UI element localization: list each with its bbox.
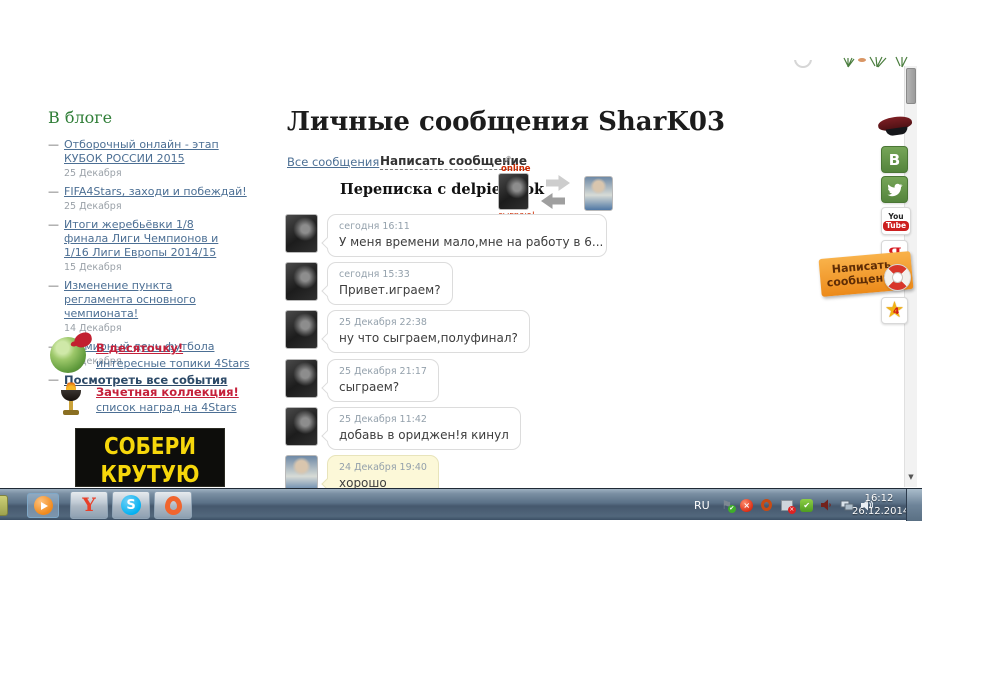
promo-title-link[interactable]: В десяточку! [96, 341, 250, 355]
list-dash: — [48, 279, 59, 321]
message-bubble: сегодня 15:33 Привет.играем? [327, 262, 453, 305]
blog-link[interactable]: FIFA4Stars, заходи и побеждай! [64, 185, 247, 199]
message-time: 24 Декабря 19:40 [339, 462, 427, 473]
message-bubble: 25 Декабря 21:17 сыграем? [327, 359, 439, 402]
blog-header: В блоге [48, 108, 258, 127]
message-time: 25 Декабря 22:38 [339, 317, 518, 328]
military-cap-icon[interactable] [878, 117, 914, 141]
skype-icon: S [121, 495, 141, 515]
blog-link[interactable]: Итоги жеребьёвки 1/8 финала Лиги Чемпион… [64, 218, 239, 260]
apple-football-icon [50, 337, 86, 373]
arrow-right-icon [546, 175, 570, 191]
message-time: сегодня 16:11 [339, 221, 595, 232]
tray-device-error-icon[interactable]: × [780, 498, 794, 512]
list-item: — Отборочный онлайн - этап КУБОК РОССИИ … [48, 138, 258, 166]
browser-page: ▼ В блоге — Отборочный онлайн - этап КУБ… [0, 0, 1000, 700]
blog-date: 14 Декабря [64, 323, 258, 334]
list-dash: — [48, 185, 59, 199]
taskbar-media-player-button[interactable] [27, 493, 59, 518]
promo-subtitle-link[interactable]: список наград на 4Stars [96, 401, 239, 414]
tray-red-ball-icon[interactable]: × [740, 498, 754, 512]
tab-all-messages[interactable]: Все сообщения [287, 155, 379, 169]
ad-banner[interactable]: СОБЕРИ КРУТУЮ КОМАНДУ [75, 428, 225, 487]
promo-top-topics: В десяточку! интересные топики 4Stars [50, 337, 250, 373]
blog-date: 15 Декабря [64, 262, 258, 273]
promo-subtitle-link[interactable]: интересные топики 4Stars [96, 357, 250, 370]
vk-icon[interactable]: B [881, 146, 908, 173]
message-bubble: сегодня 16:11 У меня времени мало,мне на… [327, 214, 607, 257]
blog-link[interactable]: Изменение пункта регламента основного че… [64, 279, 239, 321]
scrollbar-down-arrow-icon[interactable]: ▼ [905, 473, 917, 481]
trophy-icon [56, 381, 86, 419]
taskbar-clock[interactable]: 16:12 26.12.2014 [852, 492, 906, 518]
youtube-icon[interactable]: You Tube [881, 207, 911, 235]
tray-green-check-icon[interactable]: ✔ [800, 498, 814, 512]
message-row: 25 Декабря 11:42 добавь в ориджен!я кину… [285, 407, 521, 450]
origin-icon [165, 496, 182, 515]
windows-taskbar: Y S RU ⚑✔ × × ✔ 16:12 26.12.2014 [0, 488, 922, 520]
youtube-label-bottom: Tube [883, 221, 909, 231]
message-time: 25 Декабря 21:17 [339, 366, 427, 377]
arrow-left-icon [541, 193, 565, 209]
garland-decoration-icon [840, 56, 910, 76]
message-row: 25 Декабря 21:17 сыграем? [285, 359, 439, 402]
ad-banner-line1: СОБЕРИ КРУТУЮ [76, 432, 224, 487]
peer-avatar[interactable] [285, 214, 318, 253]
youtube-label-top: You [888, 213, 903, 220]
list-item: — Итоги жеребьёвки 1/8 финала Лиги Чемпи… [48, 218, 258, 260]
message-text: ну что сыграем,полуфинал? [339, 331, 518, 345]
peer-avatar[interactable] [285, 262, 318, 301]
list-item: — FIFA4Stars, заходи и побеждай! [48, 185, 258, 199]
message-row: 25 Декабря 22:38 ну что сыграем,полуфина… [285, 310, 530, 353]
blog-date: 25 Декабря [64, 201, 258, 212]
blog-link[interactable]: Отборочный онлайн - этап КУБОК РОССИИ 20… [64, 138, 229, 166]
4stars-star-icon[interactable]: ★ 4 [881, 297, 908, 324]
taskbar-yandex-browser-button[interactable]: Y [70, 491, 108, 519]
star-number: 4 [893, 307, 899, 317]
logo-arc-decoration [793, 60, 815, 72]
message-text: Привет.играем? [339, 283, 441, 297]
message-text: добавь в ориджен!я кинул [339, 428, 509, 442]
taskbar-skype-button[interactable]: S [112, 491, 150, 519]
show-desktop-button[interactable] [906, 489, 922, 521]
message-time: 25 Декабря 11:42 [339, 414, 509, 425]
tray-origin-icon[interactable] [760, 498, 774, 512]
taskbar-partial-icon[interactable] [0, 495, 8, 516]
pencil-icon: ✎ [500, 155, 513, 164]
tray-muted-speaker-icon[interactable] [820, 498, 834, 512]
action-center-flag-icon[interactable]: ⚑✔ [720, 498, 734, 512]
message-bubble: 25 Декабря 11:42 добавь в ориджен!я кину… [327, 407, 521, 450]
page-title: Личные сообщения SharK03 [287, 107, 725, 137]
peer-avatar[interactable] [498, 173, 529, 210]
promo-title-link[interactable]: Зачетная коллекция! [96, 385, 239, 399]
clock-time: 16:12 [852, 492, 906, 505]
yandex-browser-icon: Y [82, 494, 96, 516]
clock-date: 26.12.2014 [852, 505, 906, 518]
list-dash: — [48, 138, 59, 166]
message-row: сегодня 16:11 У меня времени мало,мне на… [285, 214, 607, 257]
message-bubble: 25 Декабря 22:38 ну что сыграем,полуфина… [327, 310, 530, 353]
twitter-icon[interactable] [881, 176, 908, 203]
scrollbar-thumb[interactable] [906, 68, 916, 104]
own-avatar[interactable] [584, 176, 613, 211]
message-time: сегодня 15:33 [339, 269, 441, 280]
message-text: У меня времени мало,мне на работу в 6... [339, 235, 595, 249]
lifebuoy-icon[interactable] [884, 264, 911, 291]
peer-avatar[interactable] [285, 310, 318, 349]
message-text: сыграем? [339, 380, 427, 394]
peer-avatar[interactable] [285, 359, 318, 398]
list-dash: — [48, 218, 59, 260]
promo-awards: Зачетная коллекция! список наград на 4St… [52, 381, 239, 419]
language-indicator[interactable]: RU [694, 499, 710, 512]
media-player-icon [34, 496, 53, 515]
list-item: — Изменение пункта регламента основного … [48, 279, 258, 321]
peer-avatar[interactable] [285, 407, 318, 446]
blog-date: 25 Декабря [64, 168, 258, 179]
system-tray: RU ⚑✔ × × ✔ [694, 489, 874, 521]
taskbar-origin-button[interactable] [154, 491, 192, 519]
ad-banner-line2: КОМАНДУ [76, 484, 224, 487]
message-row: сегодня 15:33 Привет.играем? [285, 262, 453, 305]
